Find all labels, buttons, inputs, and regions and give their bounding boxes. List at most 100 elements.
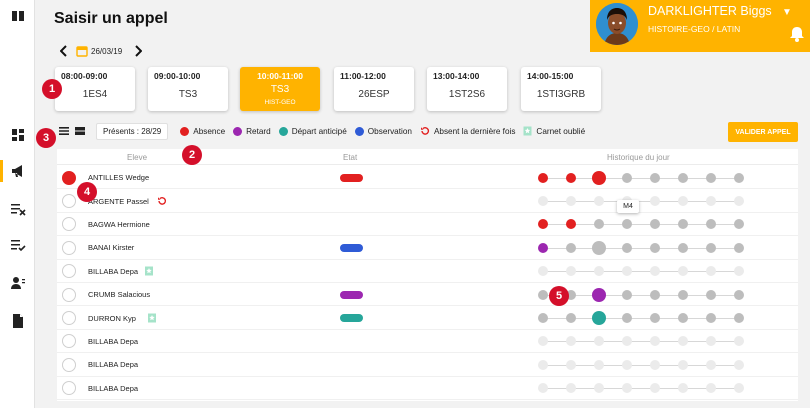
history-dot[interactable] bbox=[706, 289, 716, 300]
history-dot[interactable] bbox=[594, 336, 604, 347]
state-pill[interactable] bbox=[340, 173, 363, 182]
history-dot[interactable] bbox=[622, 242, 632, 253]
history-dot[interactable] bbox=[622, 383, 632, 394]
history-dot[interactable] bbox=[734, 172, 744, 183]
history-dot[interactable] bbox=[678, 219, 688, 230]
history-dot[interactable] bbox=[566, 336, 576, 347]
presence-radio[interactable] bbox=[62, 311, 76, 326]
history-dot[interactable] bbox=[734, 359, 744, 370]
history-dot[interactable] bbox=[538, 359, 548, 370]
user-header[interactable]: DARKLIGHTER Biggs HISTOIRE-GEO / LATIN ▼ bbox=[590, 0, 810, 52]
history-dot[interactable] bbox=[538, 172, 548, 183]
history-dot[interactable] bbox=[734, 219, 744, 230]
history-dot[interactable] bbox=[706, 219, 716, 230]
dashboard-icon[interactable] bbox=[10, 127, 26, 143]
time-slot[interactable]: 08:00-09:00 1ES4 bbox=[55, 67, 135, 111]
presence-radio[interactable] bbox=[62, 264, 76, 279]
history-dot[interactable] bbox=[538, 383, 548, 394]
history-dot[interactable] bbox=[706, 313, 716, 324]
history-dot[interactable] bbox=[650, 219, 660, 230]
history-dot[interactable] bbox=[734, 289, 744, 300]
history-dot[interactable] bbox=[734, 242, 744, 253]
history-dot[interactable] bbox=[594, 196, 604, 207]
history-dot[interactable] bbox=[706, 172, 716, 183]
time-slot[interactable]: 14:00-15:00 1STI3GRB bbox=[521, 67, 601, 111]
history-dot[interactable] bbox=[706, 266, 716, 277]
time-slot[interactable]: 09:00-10:00 TS3 bbox=[148, 67, 228, 111]
presence-radio[interactable] bbox=[62, 334, 76, 349]
bell-icon[interactable] bbox=[790, 26, 804, 42]
history-dot[interactable] bbox=[566, 242, 576, 253]
history-dot[interactable] bbox=[650, 313, 660, 324]
state-pill[interactable] bbox=[340, 290, 363, 299]
history-dot[interactable] bbox=[594, 219, 604, 230]
history-dot[interactable] bbox=[622, 172, 632, 183]
history-dot[interactable] bbox=[538, 289, 548, 300]
history-dot[interactable] bbox=[650, 242, 660, 253]
history-dot[interactable] bbox=[566, 313, 576, 324]
history-dot[interactable] bbox=[678, 383, 688, 394]
list-view-icon[interactable] bbox=[58, 125, 70, 137]
history-dot[interactable] bbox=[566, 172, 576, 183]
history-dot[interactable] bbox=[734, 336, 744, 347]
history-dot[interactable] bbox=[706, 336, 716, 347]
history-dot[interactable] bbox=[538, 196, 548, 207]
history-dot[interactable] bbox=[650, 196, 660, 207]
history-dot[interactable] bbox=[592, 311, 606, 326]
history-dot[interactable] bbox=[592, 170, 606, 185]
history-dot[interactable] bbox=[566, 266, 576, 277]
history-dot[interactable] bbox=[650, 289, 660, 300]
chevron-down-icon[interactable]: ▼ bbox=[782, 7, 792, 18]
megaphone-icon[interactable] bbox=[10, 163, 26, 179]
history-dot[interactable] bbox=[678, 196, 688, 207]
history-dot[interactable] bbox=[678, 313, 688, 324]
history-dot[interactable] bbox=[706, 196, 716, 207]
history-dot[interactable] bbox=[734, 266, 744, 277]
time-slot[interactable]: 11:00-12:00 26ESP bbox=[334, 67, 414, 111]
history-dot[interactable] bbox=[678, 336, 688, 347]
history-dot[interactable] bbox=[734, 196, 744, 207]
chevron-left-icon[interactable] bbox=[58, 43, 70, 59]
list-remove-icon[interactable] bbox=[10, 201, 26, 217]
presence-radio[interactable] bbox=[62, 287, 76, 302]
history-dot[interactable] bbox=[706, 242, 716, 253]
history-dot[interactable] bbox=[678, 289, 688, 300]
history-dot[interactable] bbox=[734, 313, 744, 324]
presence-radio[interactable] bbox=[62, 170, 76, 185]
history-dot[interactable] bbox=[538, 219, 548, 230]
presence-radio[interactable] bbox=[62, 194, 76, 209]
history-dot[interactable] bbox=[622, 313, 632, 324]
presence-radio[interactable] bbox=[62, 240, 76, 255]
history-dot[interactable] bbox=[678, 266, 688, 277]
history-dot[interactable] bbox=[650, 266, 660, 277]
list-check-icon[interactable] bbox=[10, 237, 26, 253]
history-dot[interactable] bbox=[592, 240, 606, 255]
history-dot[interactable] bbox=[594, 383, 604, 394]
history-dot[interactable] bbox=[622, 219, 632, 230]
state-pill[interactable] bbox=[340, 314, 363, 323]
compact-view-icon[interactable] bbox=[74, 125, 86, 137]
history-dot[interactable] bbox=[538, 336, 548, 347]
history-dot[interactable] bbox=[566, 383, 576, 394]
history-dot[interactable] bbox=[706, 383, 716, 394]
history-dot[interactable] bbox=[678, 242, 688, 253]
presence-radio[interactable] bbox=[62, 217, 76, 232]
history-dot[interactable] bbox=[592, 287, 606, 302]
history-dot[interactable] bbox=[538, 242, 548, 253]
history-dot[interactable] bbox=[734, 383, 744, 394]
history-dot[interactable] bbox=[622, 359, 632, 370]
chevron-right-icon[interactable] bbox=[132, 43, 144, 59]
history-dot[interactable] bbox=[650, 172, 660, 183]
time-slot[interactable]: 13:00-14:00 1ST2S6 bbox=[427, 67, 507, 111]
validate-call-button[interactable]: VALIDER APPEL bbox=[728, 122, 798, 142]
user-list-icon[interactable] bbox=[10, 275, 26, 291]
history-dot[interactable] bbox=[594, 266, 604, 277]
history-dot[interactable] bbox=[678, 172, 688, 183]
presence-radio[interactable] bbox=[62, 357, 76, 372]
history-dot[interactable] bbox=[650, 336, 660, 347]
history-dot[interactable] bbox=[650, 383, 660, 394]
history-dot[interactable] bbox=[538, 313, 548, 324]
document-icon[interactable] bbox=[10, 313, 26, 329]
history-dot[interactable] bbox=[566, 219, 576, 230]
presence-radio[interactable] bbox=[62, 381, 76, 396]
